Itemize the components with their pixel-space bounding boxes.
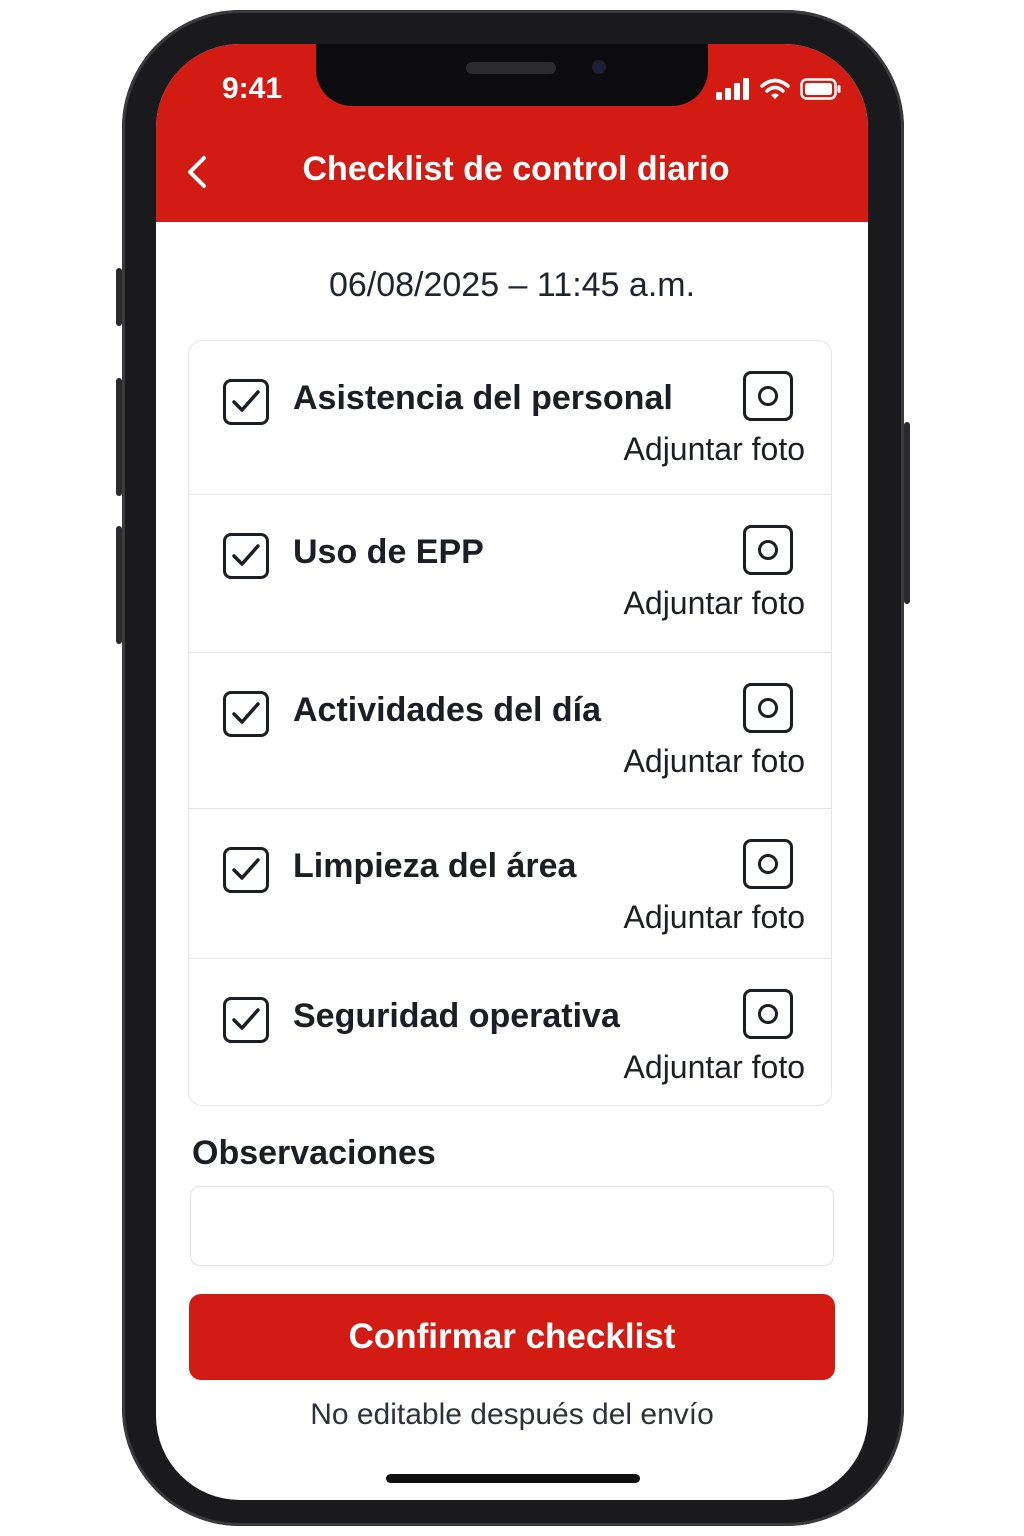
camera-icon	[758, 698, 778, 718]
camera-icon	[758, 1004, 778, 1024]
checklist-item: Limpieza del área Adjuntar foto	[189, 809, 831, 959]
checkmark-icon	[232, 1008, 260, 1030]
attach-photo-link[interactable]: Adjuntar foto	[624, 1049, 805, 1086]
checkmark-icon	[232, 702, 260, 724]
battery-icon	[800, 78, 841, 100]
checklist-item: Uso de EPP Adjuntar foto	[189, 495, 831, 653]
mute-switch	[116, 268, 122, 326]
attach-photo-link[interactable]: Adjuntar foto	[624, 743, 805, 780]
camera-button[interactable]	[743, 989, 793, 1039]
camera-button[interactable]	[743, 683, 793, 733]
app-header: 9:41 Checklist de control diario	[156, 44, 868, 222]
checkmark-icon	[232, 544, 260, 566]
camera-button[interactable]	[743, 525, 793, 575]
checkmark-icon	[232, 390, 260, 412]
page-title: Checklist de control diario	[302, 150, 730, 188]
item-checkbox[interactable]	[223, 847, 269, 893]
attach-photo-link[interactable]: Adjuntar foto	[624, 585, 805, 622]
item-label: Limpieza del área	[293, 847, 577, 885]
checklist-card: Asistencia del personal Adjuntar foto Us…	[188, 340, 832, 1106]
home-indicator[interactable]	[386, 1474, 640, 1483]
checklist-item: Actividades del día Adjuntar foto	[189, 653, 831, 809]
camera-icon	[758, 854, 778, 874]
power-button	[904, 422, 910, 604]
confirm-checklist-button[interactable]: Confirmar checklist	[189, 1294, 835, 1380]
chevron-left-icon	[188, 156, 206, 188]
checklist-item: Asistencia del personal Adjuntar foto	[189, 341, 831, 495]
camera-icon	[758, 386, 778, 406]
item-label: Asistencia del personal	[293, 379, 673, 417]
volume-down-button	[116, 526, 122, 644]
camera-button[interactable]	[743, 839, 793, 889]
attach-photo-link[interactable]: Adjuntar foto	[624, 431, 805, 468]
non-editable-note: No editable después del envío	[310, 1398, 714, 1431]
item-label: Uso de EPP	[293, 533, 484, 571]
volume-up-button	[116, 378, 122, 496]
observations-label: Observaciones	[192, 1134, 436, 1172]
status-icons	[716, 78, 842, 100]
item-label: Actividades del día	[293, 691, 601, 729]
back-button[interactable]	[178, 152, 218, 192]
attach-photo-link[interactable]: Adjuntar foto	[624, 899, 805, 936]
wifi-icon	[760, 78, 790, 99]
item-checkbox[interactable]	[223, 997, 269, 1043]
item-checkbox[interactable]	[223, 691, 269, 737]
item-label: Seguridad operativa	[293, 997, 620, 1035]
status-time: 9:41	[222, 72, 283, 105]
signal-icon	[716, 78, 749, 100]
camera-button[interactable]	[743, 371, 793, 421]
speaker-grille	[466, 62, 556, 74]
observations-input[interactable]	[190, 1186, 834, 1266]
checklist-date: 06/08/2025 – 11:45 a.m.	[328, 266, 696, 304]
checklist-item: Seguridad operativa Adjuntar foto	[189, 959, 831, 1105]
checkmark-icon	[232, 858, 260, 880]
item-checkbox[interactable]	[223, 379, 269, 425]
phone-screen: 9:41 Checklist de control diario 06/08/2…	[156, 44, 868, 1500]
item-checkbox[interactable]	[223, 533, 269, 579]
front-camera	[592, 60, 606, 74]
notch	[316, 44, 708, 106]
camera-icon	[758, 540, 778, 560]
